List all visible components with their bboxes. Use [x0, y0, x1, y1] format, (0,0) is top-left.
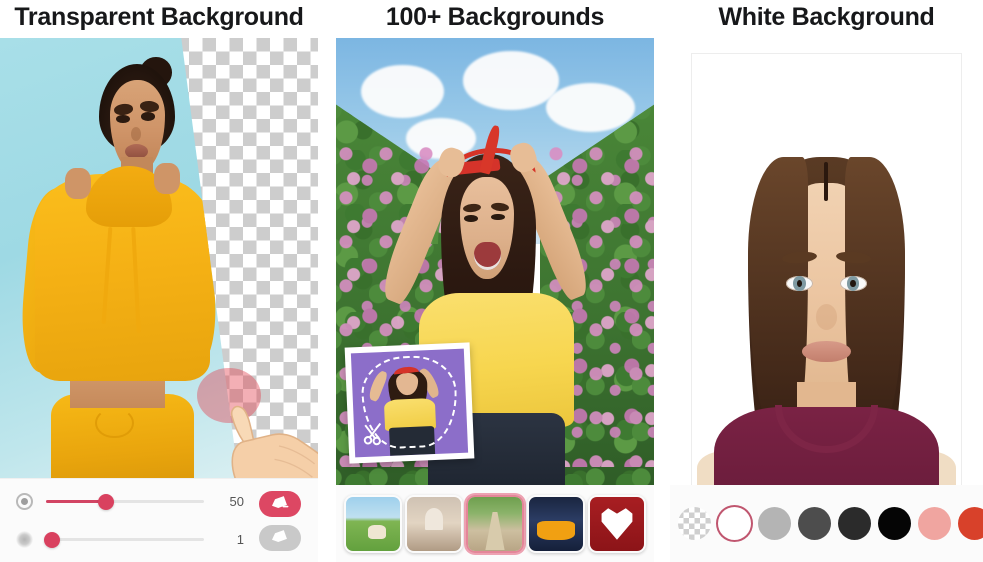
panel-divider-2 — [654, 0, 670, 562]
panel-white-background: White Background — [670, 0, 983, 562]
swatch-dark-gray[interactable] — [798, 507, 831, 540]
screenshot-root: Transparent Background 50 1 100+ Backgro… — [0, 0, 983, 562]
brush-controls-bar: 50 1 — [0, 478, 318, 562]
brush-size-slider[interactable] — [46, 493, 204, 510]
eye-right — [140, 111, 156, 121]
thumb-heart-roses[interactable] — [588, 495, 646, 553]
brush-size-value: 50 — [229, 494, 244, 509]
thumb-meadow-horse[interactable] — [344, 495, 402, 553]
eraser-icon — [271, 529, 287, 542]
swatch-red[interactable] — [958, 507, 983, 540]
eye-left-winking — [464, 215, 478, 222]
hand-right — [154, 163, 180, 195]
swatch-white[interactable] — [718, 507, 751, 540]
thumb-taj-mahal[interactable] — [405, 495, 463, 553]
panel-backgrounds-library: 100+ Backgrounds — [336, 0, 654, 562]
editor-canvas-white[interactable] — [670, 38, 983, 485]
hair-part — [823, 161, 829, 201]
page-title-backgrounds: 100+ Backgrounds — [385, 3, 605, 31]
pointing-hand-cursor — [230, 405, 318, 478]
eye-right — [491, 213, 505, 221]
thumb-sports-car[interactable] — [527, 495, 585, 553]
pupil-right — [850, 280, 856, 288]
background-color-swatch-strip[interactable] — [670, 485, 983, 562]
editor-canvas-backgrounds[interactable] — [336, 38, 654, 485]
eraser-restore-button[interactable] — [259, 524, 301, 551]
nose — [815, 303, 838, 330]
lips — [802, 340, 851, 363]
open-mouth — [474, 241, 501, 271]
thumb-garden-path[interactable] — [466, 494, 524, 553]
brush-hardness-value: 1 — [236, 532, 244, 547]
swatch-light-gray[interactable] — [758, 507, 791, 540]
passport-portrait — [692, 54, 961, 485]
waist-drawstring — [95, 407, 134, 439]
background-thumbnail-strip[interactable] — [336, 485, 654, 562]
cutout-preview-inner — [350, 348, 469, 458]
panel-divider-1 — [318, 0, 336, 562]
brush-hardness-slider[interactable] — [44, 531, 204, 548]
eraser-minus-button[interactable] — [259, 490, 301, 517]
slider-row-brush-hardness[interactable]: 1 — [12, 527, 244, 553]
scissors-icon — [363, 422, 381, 445]
eraser-minus-icon — [271, 495, 289, 508]
eraser-tool-group — [254, 490, 306, 551]
page-title-white-background: White Background — [718, 3, 935, 31]
swatch-charcoal[interactable] — [838, 507, 871, 540]
pupil-left — [796, 280, 803, 288]
swatch-pink[interactable] — [918, 507, 951, 540]
cutout-preview-card[interactable] — [344, 342, 475, 464]
swatch-black[interactable] — [878, 507, 911, 540]
ring-dot-icon — [12, 493, 36, 510]
swatch-transparent[interactable] — [678, 507, 711, 540]
editor-canvas-transparent[interactable] — [0, 38, 318, 478]
panel-transparent-background: Transparent Background 50 1 — [0, 0, 318, 562]
slider-row-brush-size[interactable]: 50 — [12, 489, 244, 515]
soft-dot-icon — [12, 531, 36, 548]
page-title-transparent-background: Transparent Background — [14, 3, 304, 31]
hand-left — [65, 167, 91, 199]
